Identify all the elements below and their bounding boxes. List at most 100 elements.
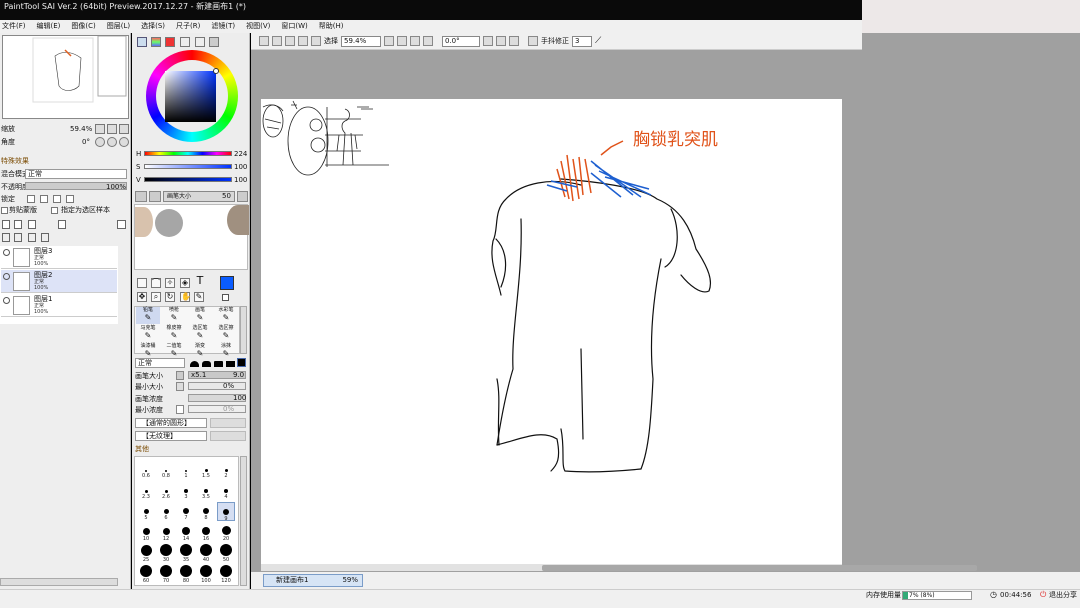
rotate-reset-button[interactable] <box>119 137 129 147</box>
scratchpad-area[interactable] <box>134 204 249 270</box>
lasso-icon[interactable]: ⌒ <box>151 278 161 288</box>
brush-grid-scrollbar[interactable] <box>240 306 247 354</box>
value-slider[interactable] <box>144 177 232 182</box>
menu-item[interactable]: 选择(S) <box>139 20 174 33</box>
brush-tool-1[interactable]: 喷枪 ✎ <box>162 307 186 324</box>
lock-paint-checkbox[interactable] <box>40 195 48 203</box>
brush-size-preset[interactable]: 30 <box>157 544 175 563</box>
brush-size-preset[interactable]: 5 <box>137 502 155 521</box>
toolbar-zoom-in-button[interactable] <box>397 36 407 46</box>
hue-slider[interactable] <box>144 151 232 156</box>
toolbar-rotate-right-button[interactable] <box>496 36 506 46</box>
toolbar-fit-button[interactable] <box>423 36 433 46</box>
brush-size-preset[interactable]: 1.5 <box>197 460 215 479</box>
brush-size-slider[interactable]: x5.1 9.0 <box>188 371 246 379</box>
stabilizer-field[interactable]: 3 <box>572 35 592 47</box>
transfer-down-icon[interactable] <box>2 233 10 242</box>
brush-size-preset[interactable]: 7 <box>177 502 195 521</box>
toolbar-rotate-left-button[interactable] <box>483 36 493 46</box>
mixer-tab-icon[interactable] <box>195 37 205 47</box>
select-source-checkbox[interactable] <box>51 207 58 214</box>
brush-size-preset[interactable]: 0.6 <box>137 460 155 479</box>
zoom-out-button[interactable] <box>95 124 105 134</box>
brush-size-preset[interactable]: 60 <box>137 565 155 584</box>
primary-color-swatch[interactable] <box>220 276 234 290</box>
zoom-reset-button[interactable] <box>119 124 129 134</box>
brush-size-preset[interactable]: 12 <box>157 523 175 542</box>
rotate-right-button[interactable] <box>107 137 117 147</box>
brush-size-preset[interactable]: 8 <box>197 502 215 521</box>
brush-size-preset[interactable]: 4 <box>217 481 235 500</box>
select-rect-icon[interactable] <box>137 278 147 288</box>
color-wheel-tab-icon[interactable] <box>137 37 147 47</box>
brush-size-preset[interactable]: 20 <box>217 523 235 542</box>
size-multiplier-toggle[interactable] <box>176 371 184 380</box>
brush-size-preset[interactable]: 3.5 <box>197 481 215 500</box>
brush-size-preset[interactable]: 35 <box>177 544 195 563</box>
density-slider[interactable]: 100 <box>188 394 246 402</box>
brush-size-preset[interactable]: 2 <box>217 460 235 479</box>
scratch-clear-button[interactable] <box>237 191 248 202</box>
menu-item[interactable]: 图像(C) <box>69 20 104 33</box>
visibility-eye-icon[interactable] <box>3 249 10 256</box>
zoom-tool-icon[interactable]: ⌕ <box>151 292 161 302</box>
eyedropper-icon[interactable]: ✎ <box>194 292 204 302</box>
brush-edge-selector[interactable] <box>190 358 246 368</box>
saturation-slider[interactable] <box>144 164 232 169</box>
delete-layer-icon[interactable] <box>41 233 49 242</box>
flip-horizontal-icon[interactable] <box>528 36 538 46</box>
menu-item[interactable]: 视图(V) <box>244 20 279 33</box>
lock-move-checkbox[interactable] <box>53 195 61 203</box>
brush-size-preset[interactable]: 80 <box>177 565 195 584</box>
min-size-toggle[interactable] <box>176 382 184 391</box>
deselect-button[interactable] <box>285 36 295 46</box>
brush-tool-3[interactable]: 水彩笔 ✎ <box>214 307 238 324</box>
brush-tool-2[interactable]: 画笔 ✎ <box>188 307 212 324</box>
brush-size-preset[interactable]: 1 <box>177 460 195 479</box>
zoom-in-button[interactable] <box>107 124 117 134</box>
brush-size-preset[interactable]: 16 <box>197 523 215 542</box>
color-picker-handle[interactable] <box>213 68 219 74</box>
saturation-value-square[interactable] <box>165 71 216 122</box>
toolbar-rotate-reset-button[interactable] <box>509 36 519 46</box>
min-size-slider[interactable]: 0% <box>188 382 246 390</box>
rotate-left-button[interactable] <box>95 137 105 147</box>
layer-item-selected[interactable]: 图层2 正常 100% <box>1 270 117 293</box>
brush-shape-select[interactable]: 【通常的圆形】 <box>135 418 207 428</box>
new-layer-icon[interactable] <box>2 220 10 229</box>
layer-list-scrollbar[interactable] <box>0 578 118 586</box>
edge-hardness-icon-selected[interactable] <box>237 358 246 367</box>
brush-size-preset[interactable]: 50 <box>217 544 235 563</box>
brush-size-preset[interactable]: 2.3 <box>137 481 155 500</box>
visibility-eye-icon[interactable] <box>3 273 10 280</box>
min-density-slider[interactable]: 0% <box>188 405 246 413</box>
menu-item[interactable]: 编辑(E) <box>35 20 70 33</box>
invert-selection-button[interactable] <box>298 36 308 46</box>
layer-mask-icon[interactable] <box>117 220 126 229</box>
preset-scrollbar[interactable] <box>240 456 247 586</box>
texture-select[interactable]: 【无纹理】 <box>135 431 207 441</box>
layer-item[interactable]: 图层3 正常 100% <box>1 246 117 269</box>
blend-mode-select[interactable]: 正常 <box>25 169 127 179</box>
toolbar-zoom-out-button[interactable] <box>384 36 394 46</box>
brush-size-preset[interactable]: 120 <box>217 565 235 584</box>
show-selection-icon[interactable] <box>311 36 321 46</box>
brush-mode-select[interactable]: 正常 <box>135 358 185 368</box>
lock-all-checkbox[interactable] <box>66 195 74 203</box>
undo-button[interactable] <box>259 36 269 46</box>
merge-down-icon[interactable] <box>14 233 22 242</box>
layer-select-icon[interactable]: ◈ <box>180 278 190 288</box>
brush-size-preset[interactable]: 70 <box>157 565 175 584</box>
hsv-slider-tab-icon[interactable] <box>165 37 175 47</box>
canvas-hscroll-thumb[interactable] <box>542 565 977 571</box>
clear-layer-icon[interactable] <box>28 233 36 242</box>
brush-size-button[interactable] <box>135 191 147 202</box>
brush-size-preset[interactable]: 3 <box>177 481 195 500</box>
edge-hardness-icon[interactable] <box>190 361 199 367</box>
line-tool-icon[interactable]: ⟋ <box>595 36 601 46</box>
toolbar-zoom-reset-button[interactable] <box>410 36 420 46</box>
texture-strength-slider[interactable] <box>210 431 246 441</box>
brush-tool-6[interactable]: 选区笔 ✎ <box>188 325 212 342</box>
scratch-size-slider[interactable]: 画笔大小 50 <box>163 191 235 202</box>
lock-transparency-checkbox[interactable] <box>27 195 35 203</box>
